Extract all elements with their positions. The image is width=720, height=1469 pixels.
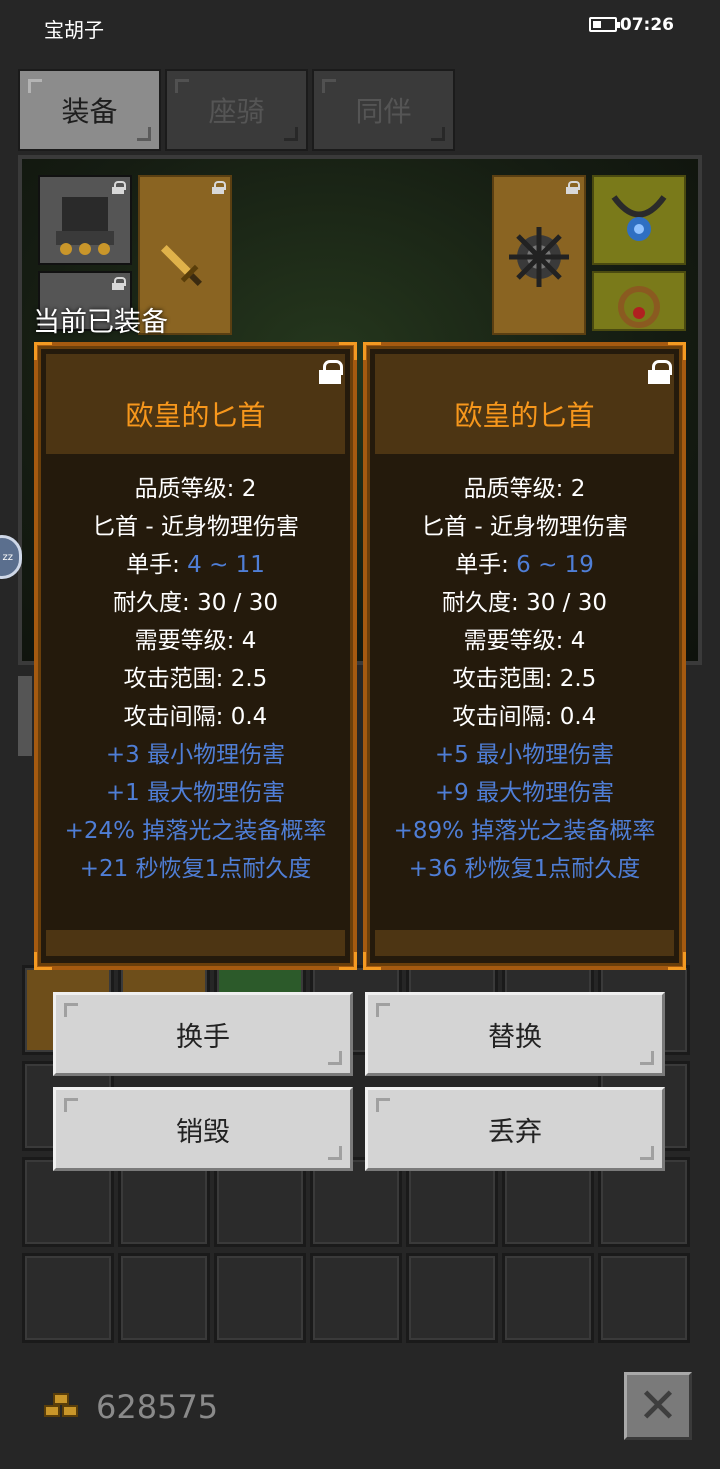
helmet-slot[interactable]: [38, 175, 132, 265]
stat-range: 攻击范围: 2.5: [123, 666, 268, 692]
stat-interval: 攻击间隔: 0.4: [123, 704, 268, 730]
lock-icon: [212, 181, 226, 194]
inventory-slot[interactable]: [310, 1253, 402, 1343]
discard-button[interactable]: 丢弃: [365, 1087, 665, 1171]
replace-button[interactable]: 替换: [365, 992, 665, 1076]
gold-coin-icon: [44, 1393, 84, 1423]
lock-icon[interactable]: [319, 360, 343, 384]
stat-type: 匕首 - 近身物理伤害: [421, 514, 628, 540]
stat-damage: 单手: 6 ~ 19: [455, 552, 594, 578]
stat-durability: 耐久度: 30 / 30: [442, 590, 607, 616]
inventory-slot[interactable]: [598, 1253, 690, 1343]
tab-label: 装备: [61, 95, 118, 128]
bonus-durability-regen: +21 秒恢复1点耐久度: [79, 856, 312, 882]
bonus-max-damage: +1 最大物理伤害: [105, 780, 286, 806]
equipped-item-card: 欧皇的匕首 品质等级: 2 匕首 - 近身物理伤害 单手: 4 ~ 11 耐久度…: [34, 342, 357, 970]
app-name: 宝胡子: [44, 18, 104, 42]
item-name: 欧皇的匕首: [125, 399, 266, 432]
tab-label: 座骑: [208, 95, 265, 128]
close-button[interactable]: ✕: [624, 1372, 692, 1440]
stat-range: 攻击范围: 2.5: [452, 666, 597, 692]
bonus-max-damage: +9 最大物理伤害: [434, 780, 615, 806]
lock-icon: [566, 181, 580, 194]
lock-icon[interactable]: [648, 360, 672, 384]
close-icon: ✕: [637, 1378, 679, 1434]
tab-label: 同伴: [355, 95, 412, 128]
status-bar: 宝胡子 07:26: [0, 0, 720, 56]
currently-equipped-label: 当前已装备: [33, 307, 168, 338]
button-label: 替换: [488, 1021, 542, 1053]
lock-icon: [112, 277, 126, 290]
stat-quality: 品质等级: 2: [134, 476, 257, 502]
bonus-durability-regen: +36 秒恢复1点耐久度: [408, 856, 641, 882]
stat-interval: 攻击间隔: 0.4: [452, 704, 597, 730]
divider: [18, 676, 32, 756]
bonus-drop-rate: +24% 掉落光之装备概率: [64, 818, 327, 844]
ring-slot[interactable]: [592, 271, 686, 331]
tab-equipment[interactable]: 装备: [18, 69, 161, 151]
tab-companion[interactable]: 同伴: [312, 69, 455, 151]
tab-mount[interactable]: 座骑: [165, 69, 308, 151]
destroy-button[interactable]: 销毁: [53, 1087, 353, 1171]
bonus-drop-rate: +89% 掉落光之装备概率: [393, 818, 656, 844]
new-item-card: 欧皇的匕首 品质等级: 2 匕首 - 近身物理伤害 单手: 6 ~ 19 耐久度…: [363, 342, 686, 970]
stat-required-level: 需要等级: 4: [134, 628, 257, 654]
inventory-slot[interactable]: [214, 1253, 306, 1343]
lock-icon: [112, 181, 126, 194]
bonus-min-damage: +5 最小物理伤害: [434, 742, 615, 768]
button-label: 销毁: [176, 1116, 230, 1148]
stat-damage: 单手: 4 ~ 11: [126, 552, 265, 578]
gold-amount: 628575: [96, 1388, 219, 1426]
item-name: 欧皇的匕首: [454, 399, 595, 432]
offhand-slot[interactable]: [492, 175, 586, 335]
stat-type: 匕首 - 近身物理伤害: [92, 514, 299, 540]
ring-icon: [618, 286, 660, 328]
amulet-icon: [611, 195, 667, 241]
item-stats: 品质等级: 2 匕首 - 近身物理伤害 单手: 4 ~ 11 耐久度: 30 /…: [38, 470, 353, 888]
item-stats: 品质等级: 2 匕首 - 近身物理伤害 单手: 6 ~ 19 耐久度: 30 /…: [367, 470, 682, 888]
mace-icon: [509, 227, 569, 287]
battery-icon: [589, 17, 620, 32]
stat-required-level: 需要等级: 4: [463, 628, 586, 654]
game-screen: { "status_bar": {"app_name": "宝胡子", "tim…: [0, 0, 720, 1469]
inventory-slot[interactable]: [406, 1253, 498, 1343]
bonus-min-damage: +3 最小物理伤害: [105, 742, 286, 768]
swap-hand-button[interactable]: 换手: [53, 992, 353, 1076]
inventory-slot[interactable]: [118, 1253, 210, 1343]
button-label: 换手: [176, 1021, 230, 1053]
stat-quality: 品质等级: 2: [463, 476, 586, 502]
inventory-slot[interactable]: [22, 1253, 114, 1343]
amulet-slot[interactable]: [592, 175, 686, 265]
clock: 07:26: [619, 15, 674, 35]
inventory-slot[interactable]: [502, 1253, 594, 1343]
stat-durability: 耐久度: 30 / 30: [113, 590, 278, 616]
button-label: 丢弃: [488, 1116, 542, 1148]
